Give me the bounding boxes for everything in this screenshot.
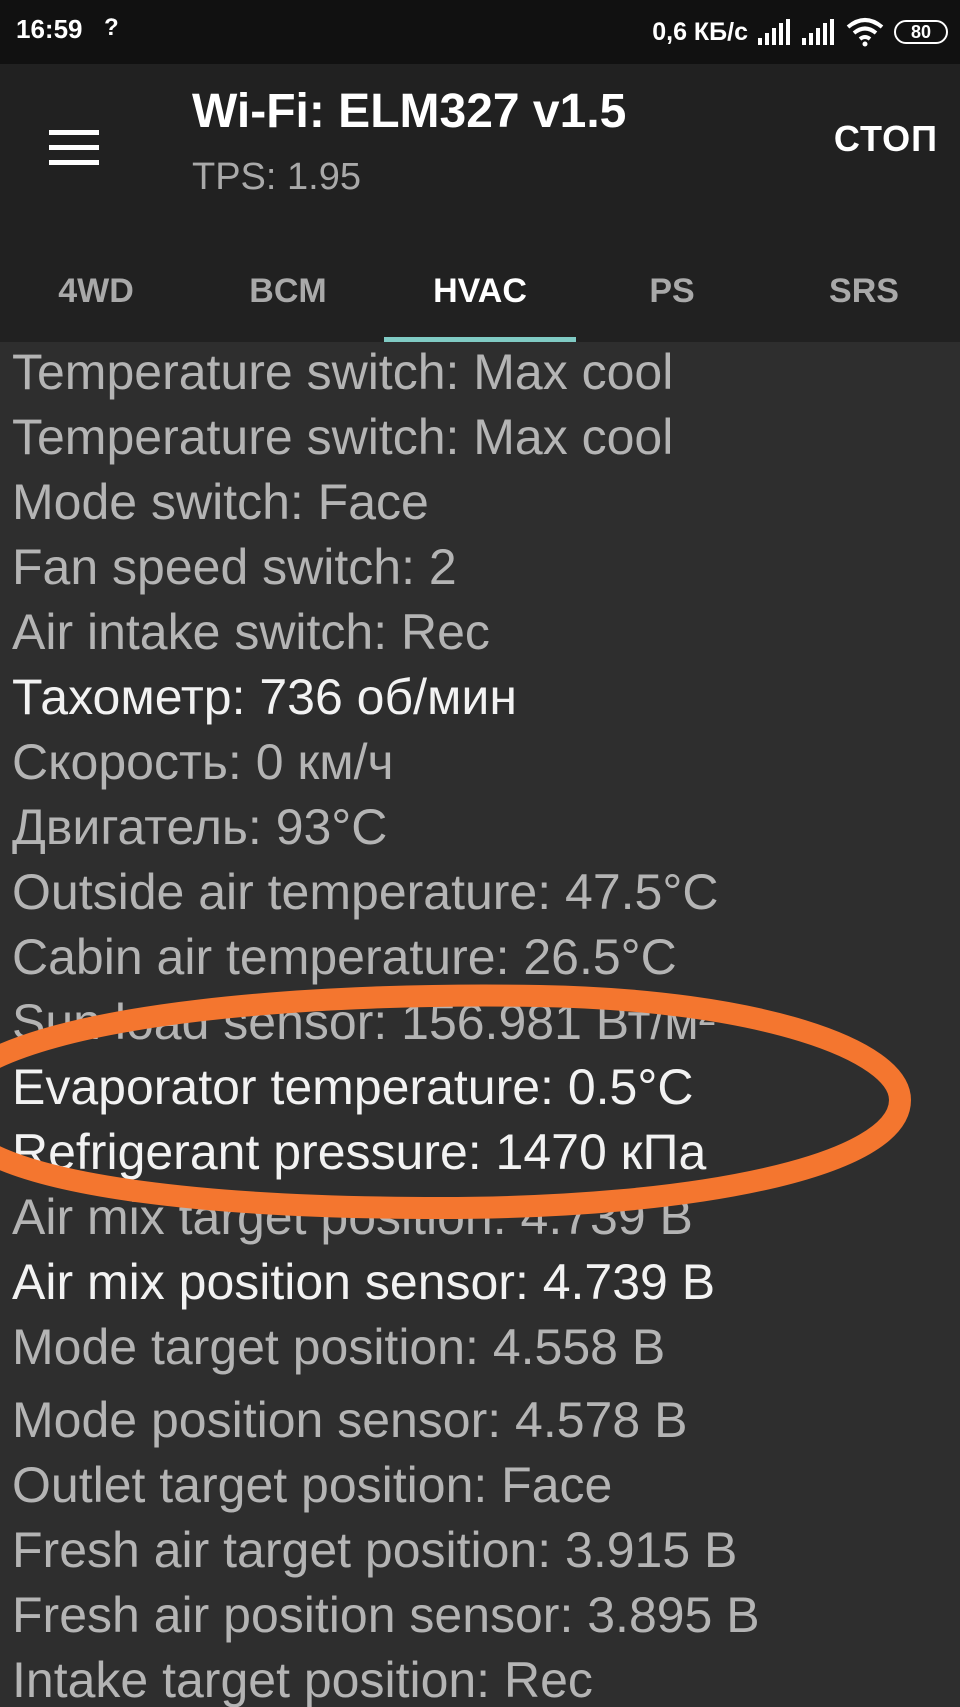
list-item: Fan speed switch: 2 <box>12 539 457 595</box>
tab-hvac[interactable]: HVAC <box>384 240 576 342</box>
list-item: Скорость: 0 км/ч <box>12 734 394 790</box>
tab-ps[interactable]: PS <box>576 240 768 342</box>
unknown-status-icon: ? <box>104 14 119 41</box>
list-item: Evaporator temperature: 0.5°C <box>12 1059 694 1115</box>
connection-title: Wi-Fi: ELM327 v1.5 <box>192 85 627 138</box>
list-item: Air mix target position: 4.739 В <box>12 1189 693 1245</box>
tab-bar: 4WD BCM HVAC PS SRS <box>0 240 960 342</box>
list-item: Fresh air target position: 3.915 В <box>12 1522 738 1578</box>
network-speed: 0,6 КБ/с <box>652 17 748 46</box>
hamburger-menu-icon <box>49 130 99 165</box>
list-item: Sun load sensor: 156.981 Вт/м² <box>12 994 716 1050</box>
wifi-icon <box>846 18 884 47</box>
list-item: Mode switch: Face <box>12 474 429 530</box>
list-item: Тахометр: 736 об/мин <box>12 669 517 725</box>
list-item: Двигатель: 93°C <box>12 799 388 855</box>
list-item: Mode position sensor: 4.578 В <box>12 1392 688 1448</box>
battery-level: 80 <box>910 21 932 42</box>
status-bar: 16:59 ? 0,6 КБ/с 80 <box>0 0 960 64</box>
list-item: Refrigerant pressure: 1470 кПа <box>12 1124 707 1180</box>
tab-4wd[interactable]: 4WD <box>0 240 192 342</box>
status-right-group: 0,6 КБ/с 80 <box>652 12 948 52</box>
list-item: Air intake switch: Rec <box>12 604 490 660</box>
status-time: 16:59 <box>16 14 83 44</box>
signal-icon <box>758 19 790 45</box>
list-item: Temperature switch: Max cool <box>12 409 674 465</box>
list-item: Outlet target position: Face <box>12 1457 613 1513</box>
tps-subtitle: TPS: 1.95 <box>192 156 361 198</box>
menu-button[interactable] <box>42 116 106 180</box>
stop-button[interactable]: СТОП <box>834 118 938 160</box>
tab-srs[interactable]: SRS <box>768 240 960 342</box>
list-item: Fresh air position sensor: 3.895 В <box>12 1587 760 1643</box>
signal-icon <box>802 19 834 45</box>
battery-icon: 80 <box>894 20 948 44</box>
list-item: Mode target position: 4.558 В <box>12 1319 666 1375</box>
app-toolbar: Wi-Fi: ELM327 v1.5 TPS: 1.95 СТОП <box>0 64 960 240</box>
list-item: Outside air temperature: 47.5°C <box>12 864 719 920</box>
tab-bcm[interactable]: BCM <box>192 240 384 342</box>
list-item: Air mix position sensor: 4.739 В <box>12 1254 716 1310</box>
list-item: Cabin air temperature: 26.5°C <box>12 929 677 985</box>
hvac-data-list[interactable]: Temperature switch: Max cool Temperature… <box>0 342 960 1707</box>
list-item: Intake target position: Rec <box>12 1652 593 1707</box>
list-item: Temperature switch: Max cool <box>12 344 674 400</box>
